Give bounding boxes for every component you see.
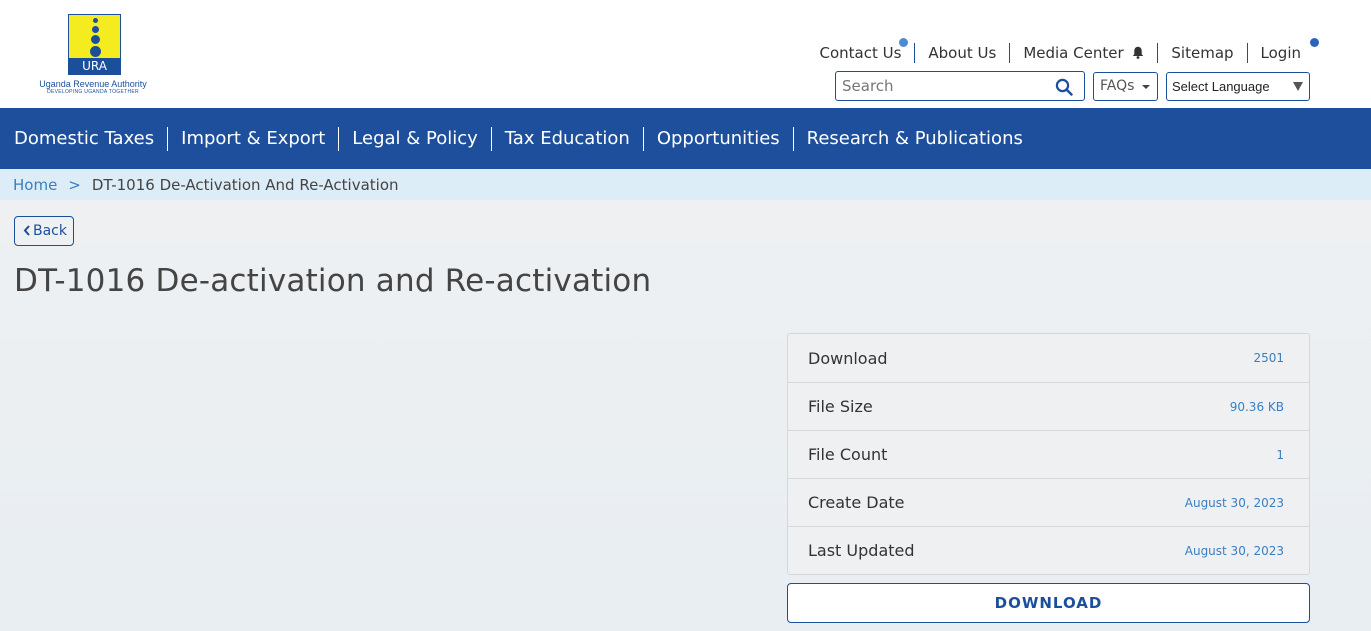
info-label: File Size xyxy=(808,397,873,416)
logo-emblem: URA xyxy=(68,14,121,75)
faqs-label: FAQs xyxy=(1100,78,1135,94)
chevron-left-icon xyxy=(23,225,30,236)
topnav-label: Media Center xyxy=(1023,44,1124,62)
nav-tax-education[interactable]: Tax Education xyxy=(490,126,643,151)
page-title: DT-1016 De-activation and Re-activation xyxy=(14,263,652,299)
info-row-file-size: File Size 90.36 KB xyxy=(788,382,1309,430)
breadcrumb-separator: > xyxy=(68,175,81,194)
ura-logo[interactable]: URA Uganda Revenue Authority DEVELOPING … xyxy=(26,13,160,95)
logo-name: Uganda Revenue Authority xyxy=(39,79,147,89)
nav-legal-policy[interactable]: Legal & Policy xyxy=(338,126,491,151)
info-row-download: Download 2501 xyxy=(788,334,1309,382)
info-value: 1 xyxy=(1276,447,1284,462)
info-label: Last Updated xyxy=(808,541,915,560)
nav-opportunities[interactable]: Opportunities xyxy=(642,126,793,151)
file-info-card: Download 2501 File Size 90.36 KB File Co… xyxy=(787,333,1310,575)
logo-tagline: DEVELOPING UGANDA TOGETHER xyxy=(47,89,139,95)
info-value: 2501 xyxy=(1253,351,1284,365)
logo-abbr: URA xyxy=(69,58,120,74)
info-row-file-count: File Count 1 xyxy=(788,430,1309,478)
info-value: 90.36 KB xyxy=(1229,399,1284,414)
topnav-label: Sitemap xyxy=(1171,44,1234,62)
main-content: Back DT-1016 De-activation and Re-activa… xyxy=(0,200,1371,631)
info-value: August 30, 2023 xyxy=(1184,543,1284,558)
info-label: Download xyxy=(808,348,888,368)
site-header: URA Uganda Revenue Authority DEVELOPING … xyxy=(0,0,1371,108)
back-button[interactable]: Back xyxy=(14,216,74,246)
info-row-last-updated: Last Updated August 30, 2023 xyxy=(788,526,1309,574)
topnav-label: Login xyxy=(1260,44,1301,62)
main-navigation: Domestic Taxes Import & Export Legal & P… xyxy=(0,108,1371,169)
caret-down-icon xyxy=(1293,82,1303,91)
info-label: File Count xyxy=(808,445,888,464)
nav-domestic-taxes[interactable]: Domestic Taxes xyxy=(1,127,167,151)
breadcrumb-current: DT-1016 De-Activation And Re-Activation xyxy=(91,175,399,194)
search-input[interactable] xyxy=(836,72,1046,100)
notification-dot xyxy=(1310,38,1319,47)
top-navigation: Contact Us About Us Media Center Sitemap… xyxy=(806,38,1319,64)
topnav-label: Contact Us xyxy=(819,44,902,62)
search-icon[interactable] xyxy=(1055,78,1073,96)
info-value: August 30, 2023 xyxy=(1184,495,1284,510)
breadcrumb: Home > DT-1016 De-Activation And Re-Acti… xyxy=(0,169,1371,200)
topnav-label: About Us xyxy=(928,44,997,62)
search-box xyxy=(835,71,1085,101)
notification-dot xyxy=(899,38,909,47)
topnav-login[interactable]: Login xyxy=(1246,38,1319,63)
bell-icon xyxy=(1133,46,1144,59)
download-button[interactable]: DOWNLOAD xyxy=(787,583,1310,623)
nav-research-publications[interactable]: Research & Publications xyxy=(792,126,1036,151)
topnav-sitemap[interactable]: Sitemap xyxy=(1157,43,1246,63)
nav-import-export[interactable]: Import & Export xyxy=(167,126,338,151)
info-label: Create Date xyxy=(808,493,905,512)
info-row-create-date: Create Date August 30, 2023 xyxy=(788,478,1309,526)
breadcrumb-home-link[interactable]: Home xyxy=(13,176,57,194)
topnav-about-us[interactable]: About Us xyxy=(914,43,1009,63)
language-select-label: Select Language xyxy=(1172,79,1270,94)
language-select[interactable]: Select Language xyxy=(1166,72,1310,101)
caret-down-icon xyxy=(1142,85,1150,89)
topnav-contact-us[interactable]: Contact Us xyxy=(806,38,914,63)
back-button-label: Back xyxy=(33,223,67,239)
topnav-media-center[interactable]: Media Center xyxy=(1009,43,1157,63)
faqs-dropdown[interactable]: FAQs xyxy=(1093,72,1158,101)
